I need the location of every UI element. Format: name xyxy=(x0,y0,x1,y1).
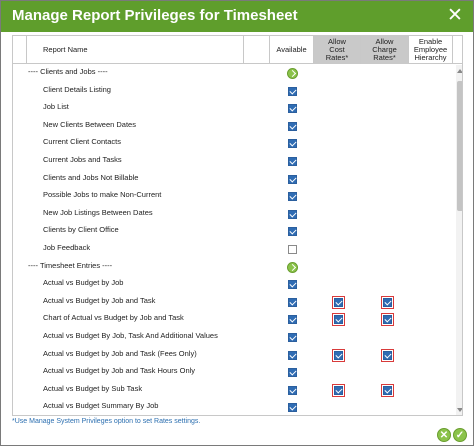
header-spacer-2 xyxy=(244,36,270,64)
available-checkbox[interactable] xyxy=(288,368,297,378)
allow-charge-rates-checkbox[interactable] xyxy=(381,313,394,327)
table-row: Chart of Actual vs Budget by Job and Tas… xyxy=(13,311,456,328)
vertical-scrollbar[interactable] xyxy=(456,65,462,415)
section-row: ---- Clients and Jobs ---- xyxy=(13,65,456,82)
report-name: Current Client Contacts xyxy=(43,137,121,147)
available-checkbox[interactable] xyxy=(288,157,297,166)
close-icon[interactable]: ✕ xyxy=(444,5,466,27)
available-checkbox[interactable] xyxy=(288,245,297,254)
save-button[interactable]: ✓ xyxy=(453,428,467,442)
available-checkbox[interactable] xyxy=(288,104,297,114)
header-enable-employee-hierarchy: Enable Employee Hierarchy xyxy=(409,36,453,64)
report-name: Actual vs Budget by Job and Task Hours O… xyxy=(43,366,196,376)
section-label: ---- Timesheet Entries ---- xyxy=(28,260,113,270)
report-name: Current Jobs and Tasks xyxy=(43,155,122,164)
allow-charge-rates-checkbox[interactable] xyxy=(381,383,394,397)
rates-footnote: *Use Manage System Privileges option to … xyxy=(12,418,201,425)
table-row: Possible Jobs to make Non-Current xyxy=(13,188,456,205)
available-checkbox[interactable] xyxy=(288,403,297,413)
header-report-name: Report Name xyxy=(27,36,244,64)
select-all-section-icon[interactable] xyxy=(287,261,298,273)
available-checkbox[interactable] xyxy=(288,315,297,325)
table-row: Actual vs Budget by Job and Task xyxy=(13,294,456,311)
scrollbar-thumb[interactable] xyxy=(457,81,462,211)
section-label: ---- Clients and Jobs ---- xyxy=(28,67,108,76)
allow-cost-rates-checkbox[interactable] xyxy=(332,295,345,309)
report-name: Client Details Listing xyxy=(43,84,111,94)
allow-charge-rates-checkbox[interactable] xyxy=(381,295,394,309)
header-allow-cost-rates: Allow Cost Rates* xyxy=(314,36,361,64)
report-name: New Job Listings Between Dates xyxy=(43,207,153,217)
available-checkbox[interactable] xyxy=(288,139,297,149)
dialog-title-bar: Manage Report Privileges for Timesheet ✕ xyxy=(1,1,473,32)
available-checkbox[interactable] xyxy=(288,174,297,184)
table-body: ---- Clients and Jobs ---- Client Details… xyxy=(13,65,456,415)
header-spacer xyxy=(13,36,27,64)
available-checkbox[interactable] xyxy=(288,385,297,395)
available-checkbox[interactable] xyxy=(288,333,297,342)
available-checkbox[interactable] xyxy=(288,192,297,202)
report-name: Actual vs Budget by Job xyxy=(43,278,124,288)
available-checkbox[interactable] xyxy=(288,86,297,96)
header-allow-charge-rates: Allow Charge Rates* xyxy=(361,36,409,64)
header-available: Available xyxy=(270,36,314,64)
report-name: Clients by Client Office xyxy=(43,225,119,235)
report-name: Possible Jobs to make Non-Current xyxy=(43,190,162,200)
report-name: Job List xyxy=(43,102,69,112)
section-row: ---- Timesheet Entries ---- xyxy=(13,259,456,276)
table-row: Clients by Client Office xyxy=(13,223,456,240)
table-row: Job List xyxy=(13,100,456,117)
table-row: Current Jobs and Tasks xyxy=(13,153,456,170)
report-name: New Clients Between Dates xyxy=(43,119,136,129)
report-name: Chart of Actual vs Budget by Job and Tas… xyxy=(43,313,184,323)
report-name: Job Feedback xyxy=(43,243,91,252)
allow-charge-rates-checkbox[interactable] xyxy=(381,348,394,362)
table-row: Actual vs Budget By Job, Task And Additi… xyxy=(13,329,456,346)
report-name: Actual vs Budget By Job, Task And Additi… xyxy=(43,331,218,340)
table-row: Client Details Listing xyxy=(13,83,456,100)
table-row: Current Client Contacts xyxy=(13,135,456,152)
available-checkbox[interactable] xyxy=(288,121,297,131)
allow-cost-rates-checkbox[interactable] xyxy=(332,313,345,327)
report-name: Actual vs Budget by Job and Task (Fees O… xyxy=(43,348,197,358)
scroll-up-arrow-icon[interactable] xyxy=(457,69,462,73)
table-header: Report Name Available Allow Cost Rates* … xyxy=(13,36,462,64)
table-row: Actual vs Budget Summary By Job xyxy=(13,399,456,415)
dialog-title: Manage Report Privileges for Timesheet xyxy=(12,7,298,24)
available-checkbox[interactable] xyxy=(288,209,297,219)
available-checkbox[interactable] xyxy=(288,227,297,237)
report-name: Actual vs Budget by Job and Task xyxy=(43,295,156,305)
privileges-table: Report Name Available Allow Cost Rates* … xyxy=(12,35,463,416)
cancel-button[interactable]: ✕ xyxy=(437,428,451,442)
table-row: Clients and Jobs Not Billable xyxy=(13,171,456,188)
table-row: Actual vs Budget by Sub Task xyxy=(13,382,456,399)
table-row: Actual vs Budget by Job and Task Hours O… xyxy=(13,364,456,381)
report-name: Actual vs Budget Summary By Job xyxy=(43,401,159,411)
available-checkbox[interactable] xyxy=(288,280,297,290)
table-row: Actual vs Budget by Job and Task (Fees O… xyxy=(13,347,456,364)
scroll-down-arrow-icon[interactable] xyxy=(457,408,462,412)
available-checkbox[interactable] xyxy=(288,350,297,360)
report-name: Clients and Jobs Not Billable xyxy=(43,172,139,182)
available-checkbox[interactable] xyxy=(288,297,297,307)
report-name: Actual vs Budget by Sub Task xyxy=(43,383,143,393)
manage-report-privileges-dialog: Manage Report Privileges for Timesheet ✕… xyxy=(0,0,474,446)
table-row: Job Feedback xyxy=(13,241,456,258)
select-all-section-icon[interactable] xyxy=(287,68,298,79)
table-row: New Clients Between Dates xyxy=(13,118,456,135)
table-row: Actual vs Budget by Job xyxy=(13,276,456,293)
allow-cost-rates-checkbox[interactable] xyxy=(332,383,345,397)
allow-cost-rates-checkbox[interactable] xyxy=(332,348,345,362)
table-row: New Job Listings Between Dates xyxy=(13,206,456,223)
